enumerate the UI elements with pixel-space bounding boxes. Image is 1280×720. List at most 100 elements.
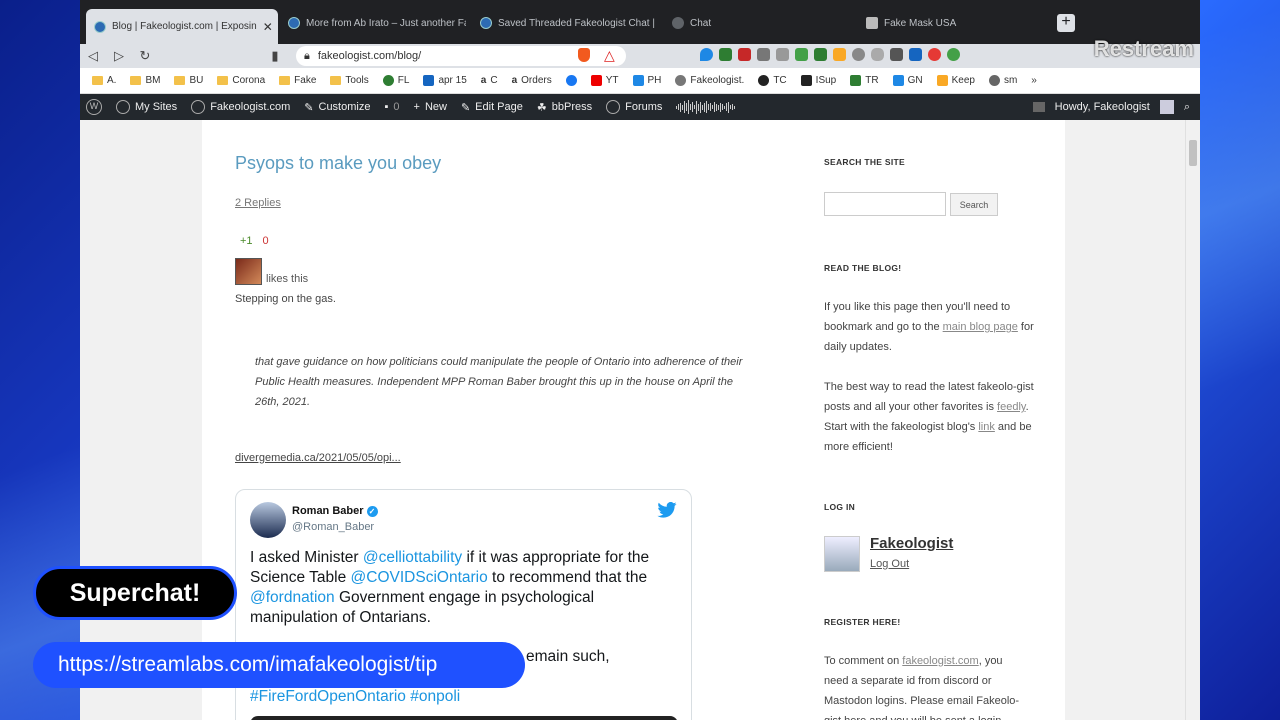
j-icon[interactable] — [909, 48, 922, 61]
blockquote: that gave guidance on how politicians co… — [255, 356, 743, 408]
tab-fake-mask[interactable]: Fake Mask USA — [858, 9, 1044, 37]
new-tab-button[interactable]: + — [1057, 14, 1075, 32]
image-icon[interactable] — [776, 48, 789, 61]
blog-feed-link[interactable]: link — [978, 421, 995, 433]
bookmark-link[interactable]: Keep — [936, 75, 975, 86]
mention-link[interactable]: @celliottability — [363, 549, 462, 566]
comments-link[interactable]: ▪ 0 — [384, 101, 399, 113]
bookmark-link[interactable]: ISup — [800, 75, 836, 86]
search-input[interactable] — [824, 192, 946, 216]
fakeologist-link[interactable]: fakeologist.com — [902, 655, 978, 667]
tweet-author[interactable]: Roman Baber ✓ — [292, 505, 378, 517]
liker-avatar[interactable] — [235, 258, 262, 285]
bookmark-folder[interactable]: Fake — [279, 75, 316, 86]
pencil-icon: ✎ — [460, 101, 471, 114]
tab-blog[interactable]: Blog | Fakeologist.com | Exposin ✕ — [86, 9, 278, 44]
bookmark-link[interactable]: sm — [988, 75, 1017, 86]
facebook-bookmark[interactable] — [565, 75, 577, 86]
logout-link[interactable]: Log Out — [870, 558, 909, 570]
brave-rewards-icon[interactable]: △ — [604, 47, 615, 64]
bookmark-link[interactable]: apr 15 — [423, 75, 467, 86]
bookmark-icon[interactable]: ▮ — [262, 48, 288, 64]
drop-icon[interactable] — [700, 48, 713, 61]
feedly-link[interactable]: feedly — [997, 401, 1026, 413]
address-bar[interactable]: 🔒︎ fakeologist.com/blog/ — [296, 46, 626, 66]
sheets-icon-2[interactable] — [814, 48, 827, 61]
forums-menu[interactable]: Forums — [606, 100, 662, 114]
bbpress-menu[interactable]: ☘ bbPress — [537, 101, 592, 114]
avatar[interactable] — [250, 502, 286, 538]
notification-icon[interactable] — [1032, 102, 1045, 112]
bookmark-folder[interactable]: BU — [174, 75, 203, 86]
wordpress-logo-icon[interactable]: W — [86, 99, 102, 115]
tab-label: Blog | Fakeologist.com | Exposin — [112, 21, 257, 32]
vote-down[interactable]: 0 — [263, 235, 269, 247]
bookmark-folder[interactable]: BM — [130, 75, 160, 86]
site-name-menu[interactable]: Fakeologist.com — [191, 100, 290, 114]
chrome-icon[interactable] — [928, 48, 941, 61]
customize-link[interactable]: ✎ Customize — [304, 101, 370, 114]
tab-chat[interactable]: Chat — [664, 9, 850, 37]
close-tab-icon[interactable]: ✕ — [263, 20, 273, 34]
green-circle-icon[interactable] — [947, 48, 960, 61]
source-link[interactable]: divergemedia.ca/2021/05/05/opi... — [235, 452, 401, 464]
tab-ab-irato[interactable]: More from Ab Irato – Just another Fa — [280, 9, 466, 37]
username-link[interactable]: Fakeologist — [870, 535, 953, 552]
read-blog-text: If you like this page then you'll need t… — [824, 301, 1034, 353]
tweet-handle[interactable]: @Roman_Baber — [292, 521, 374, 533]
comment-icon: ▪ — [384, 101, 389, 113]
bookmark-link[interactable]: a Orders — [512, 75, 552, 86]
page-scrollbar[interactable] — [1185, 120, 1200, 720]
list-icon[interactable] — [890, 48, 903, 61]
extension-icon[interactable] — [757, 48, 770, 61]
mention-link[interactable]: @fordnation — [250, 589, 335, 606]
back-icon[interactable]: ◁ — [80, 48, 106, 64]
bookmark-link[interactable]: FL — [382, 75, 409, 86]
lock-icon: 🔒︎ — [304, 49, 310, 62]
post-title[interactable]: Psyops to make you obey — [235, 153, 441, 174]
tab-label: More from Ab Irato – Just another Fa — [306, 17, 466, 29]
brave-shield-icon[interactable] — [578, 48, 590, 62]
bookmark-folder[interactable]: Tools — [330, 75, 369, 86]
reload-icon[interactable]: ↻ — [132, 48, 158, 64]
tab-saved-chat[interactable]: Saved Threaded Fakeologist Chat | S — [472, 9, 658, 37]
howdy-account-menu[interactable]: Howdy, Fakeologist — [1055, 101, 1150, 113]
cloud-icon[interactable] — [871, 48, 884, 61]
bookmark-folder[interactable]: Corona — [217, 75, 265, 86]
address-toolbar: ◁ ▷ ↻ ▮ 🔒︎ fakeologist.com/blog/ △ Restr… — [80, 36, 1200, 68]
vote-up[interactable]: +1 — [240, 235, 253, 247]
search-icon[interactable]: ⌕ — [1184, 101, 1190, 114]
bookmark-link[interactable]: PH — [632, 75, 661, 86]
replies-link[interactable]: 2 Replies — [235, 197, 281, 209]
search-button[interactable]: Search — [950, 193, 998, 216]
mention-link[interactable]: @COVIDSciOntario — [351, 569, 488, 586]
gmail-icon[interactable] — [738, 48, 751, 61]
scrollbar-thumb[interactable] — [1189, 140, 1197, 166]
main-blog-link[interactable]: main blog page — [943, 321, 1018, 333]
tweet-media[interactable] — [250, 716, 678, 720]
bookmark-link[interactable]: aC — [481, 75, 498, 86]
new-content-menu[interactable]: + New — [414, 101, 447, 113]
edit-page-link[interactable]: ✎ Edit Page — [461, 101, 523, 114]
forward-icon[interactable]: ▷ — [106, 48, 132, 64]
puzzle-icon[interactable] — [852, 48, 865, 61]
bookmark-link[interactable]: TC — [758, 75, 787, 86]
hashtags[interactable]: #FireFordOpenOntario #onpoli — [250, 688, 460, 706]
bookmark-link[interactable]: GN — [892, 75, 923, 86]
youtube-bookmark[interactable]: YT — [590, 75, 619, 86]
counter-icon[interactable] — [795, 48, 808, 61]
avatar[interactable] — [824, 536, 860, 572]
my-sites-menu[interactable]: My Sites — [116, 100, 177, 114]
folder-ext-icon[interactable] — [833, 48, 846, 61]
bookmark-folder[interactable]: A. — [92, 75, 116, 86]
user-avatar[interactable] — [1159, 100, 1174, 114]
twitter-bird-icon[interactable] — [657, 501, 677, 518]
globe-icon — [672, 17, 684, 29]
bookmark-link[interactable]: TR — [850, 75, 879, 86]
post-lead: Stepping on the gas. — [235, 293, 336, 305]
url-text: fakeologist.com/blog/ — [317, 50, 422, 62]
likes-text: likes this — [266, 273, 309, 285]
more-bookmarks-icon[interactable]: » — [1031, 75, 1037, 86]
bookmark-link[interactable]: Fakeologist. — [675, 75, 744, 86]
sheets-icon[interactable] — [719, 48, 732, 61]
